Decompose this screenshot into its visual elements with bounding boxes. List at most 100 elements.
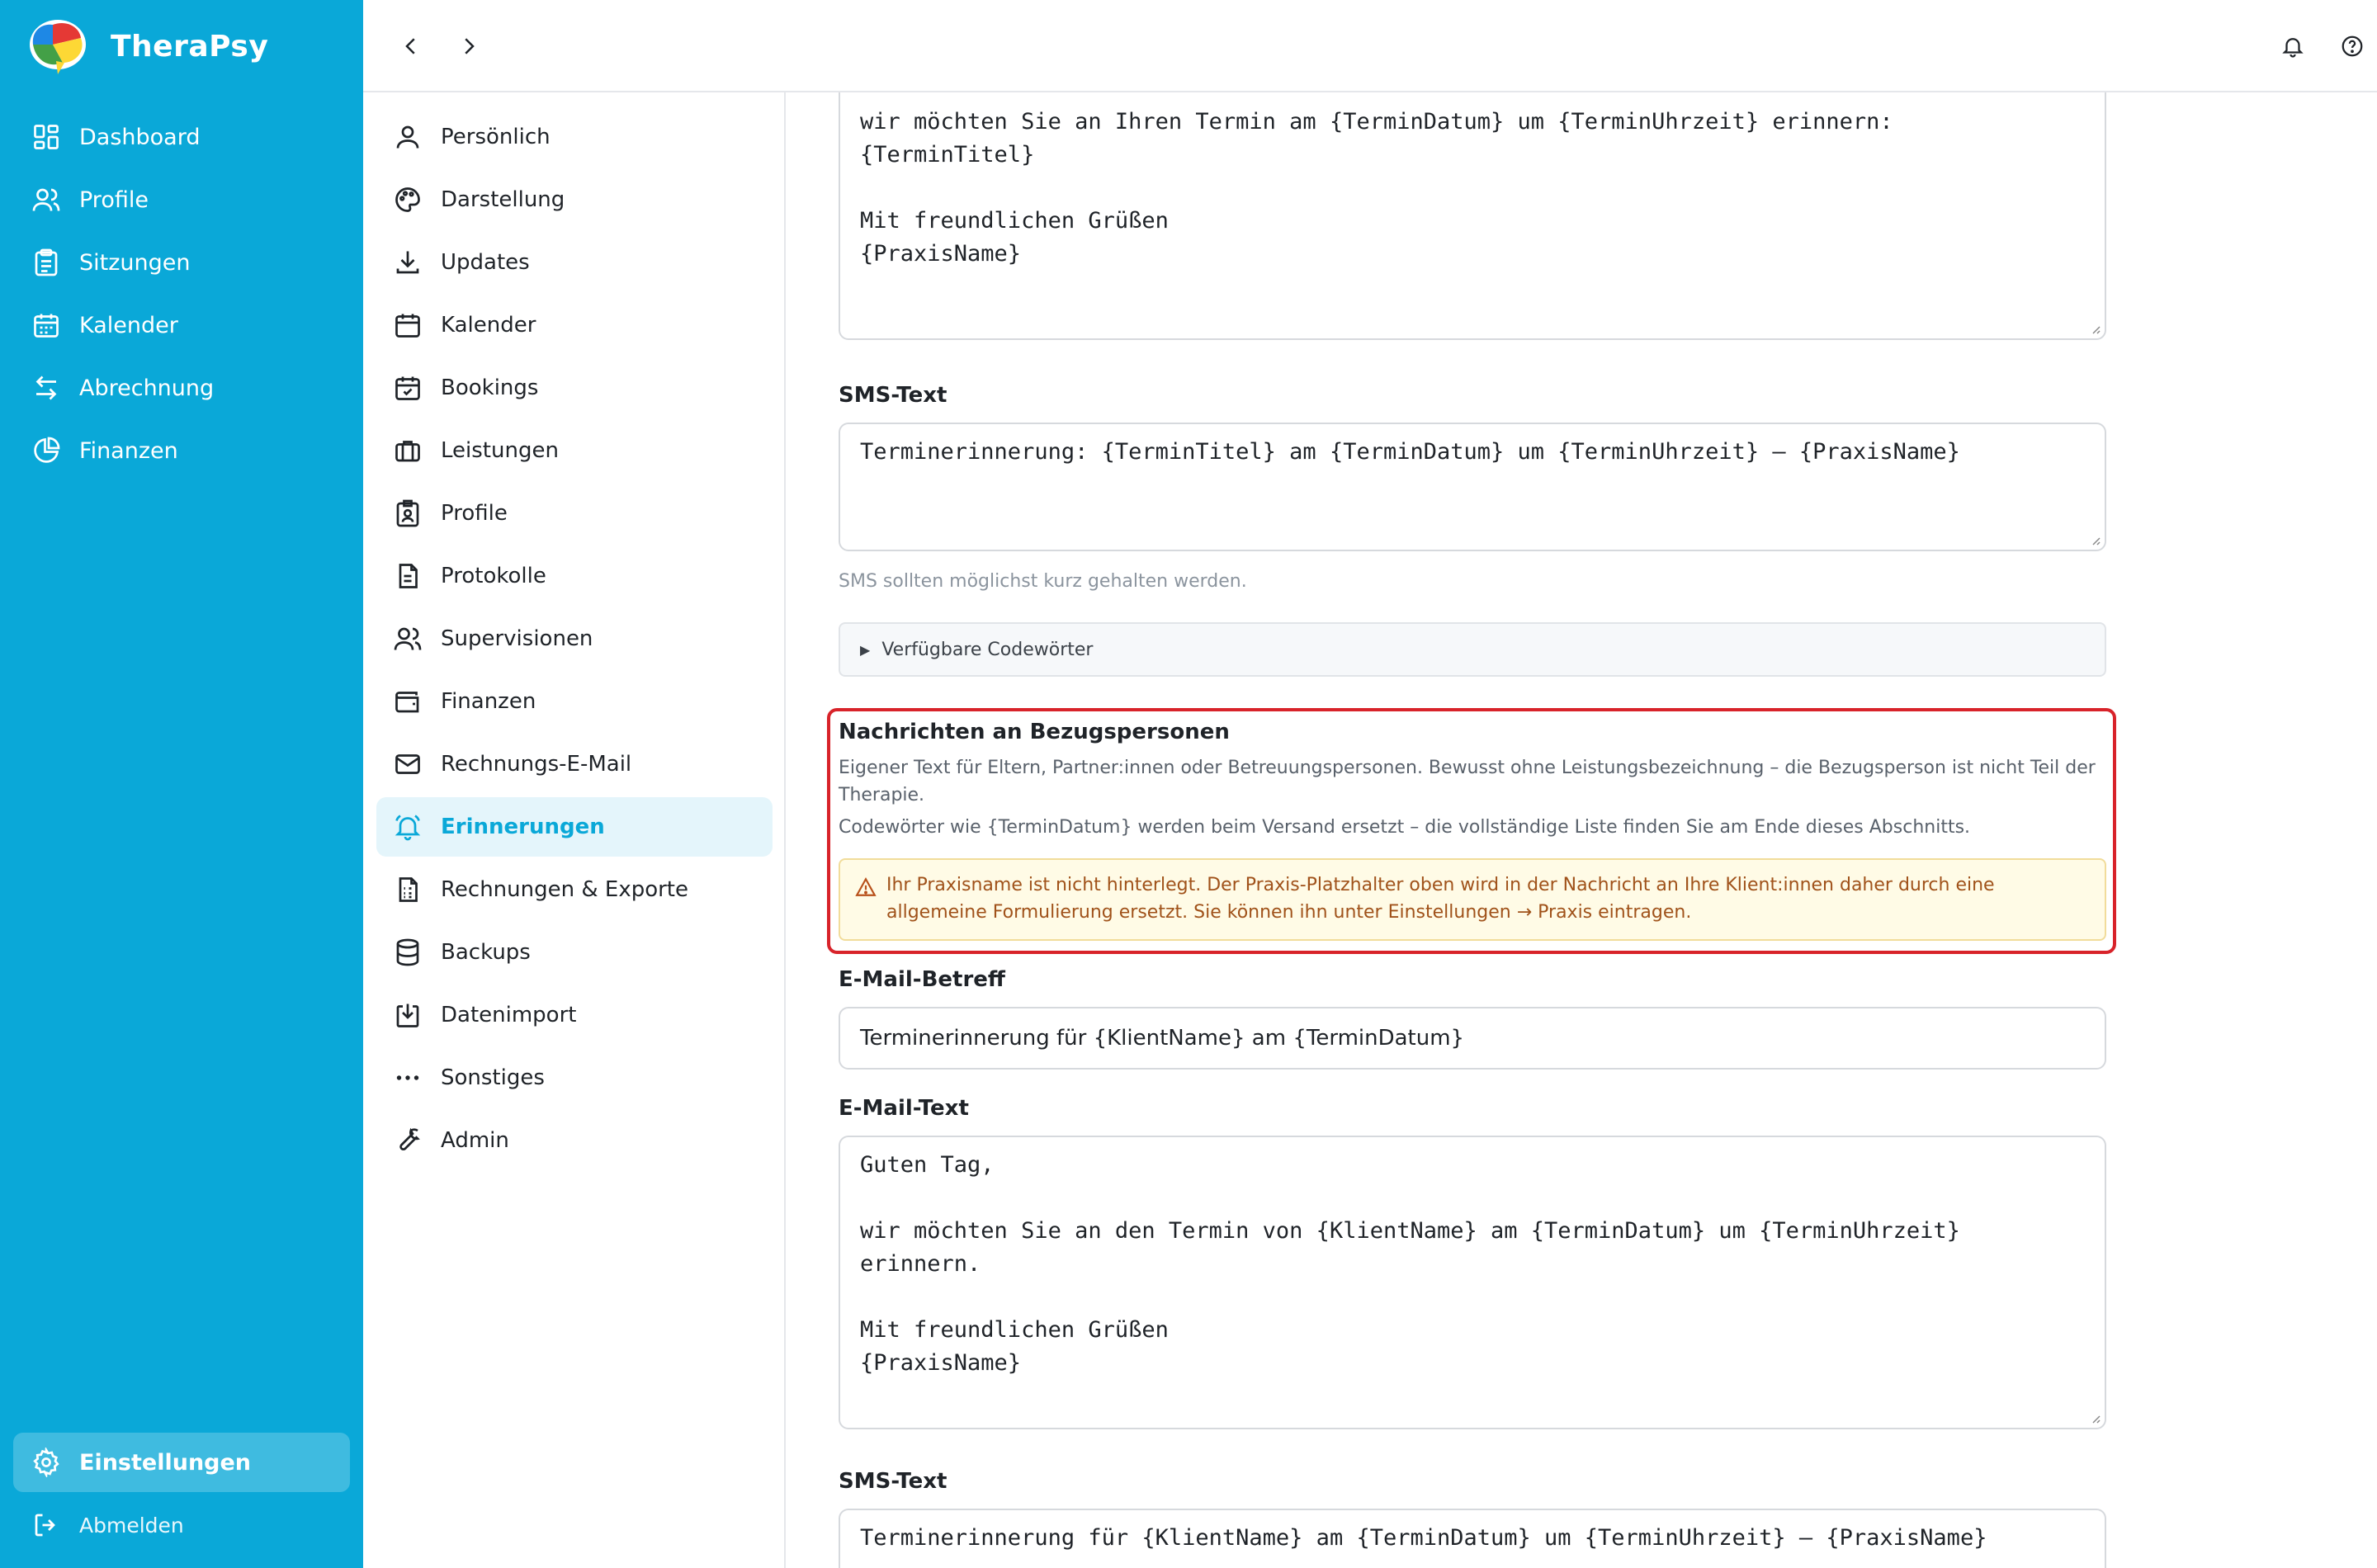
nav-label: Finanzen	[79, 437, 178, 464]
resize-handle-icon[interactable]	[2088, 1411, 2101, 1424]
section-description: Eigener Text für Eltern, Partner:innen o…	[839, 758, 2096, 805]
settings-item-label: Profile	[441, 501, 508, 526]
main-sidebar: TheraPsy Dashboard Profile Sitzungen Kal…	[0, 0, 363, 1568]
settings-item-kalender[interactable]: Kalender	[376, 295, 773, 355]
settings-item-admin[interactable]: Admin	[376, 1111, 773, 1170]
settings-item-finanzen[interactable]: Finanzen	[376, 672, 773, 731]
resize-handle-icon[interactable]	[2088, 322, 2101, 335]
settings-item-backups[interactable]: Backups	[376, 923, 773, 982]
bell-ring-icon	[395, 815, 421, 841]
app-name: TheraPsy	[111, 29, 269, 64]
dashboard-icon	[34, 125, 59, 149]
settings-item-rechnungen-exporte[interactable]: Rechnungen & Exporte	[376, 860, 773, 919]
settings-item-label: Leistungen	[441, 438, 559, 463]
main-nav: Dashboard Profile Sitzungen Kalender Abr…	[13, 107, 350, 484]
import-icon	[396, 1004, 419, 1027]
logout-icon	[35, 1514, 55, 1537]
sms-hint: SMS sollten möglichst kurz gehalten werd…	[839, 571, 1247, 592]
briefcase-icon	[395, 441, 420, 462]
nav-item-profile[interactable]: Profile	[13, 170, 350, 229]
chevron-left-icon	[405, 38, 415, 54]
ref-sms-text-value: Terminerinnerung für {KlientName} am {Te…	[860, 1525, 1987, 1551]
codewords-toggle[interactable]: ▶ Verfügbare Codewörter	[839, 622, 2106, 677]
ref-email-subject-input[interactable]: Terminerinnerung für {KlientName} am {Te…	[839, 1007, 2106, 1070]
settings-item-datenimport[interactable]: Datenimport	[376, 985, 773, 1045]
warning-triangle-icon	[855, 877, 877, 896]
arrows-icon	[35, 375, 57, 400]
settings-item-label: Admin	[441, 1128, 509, 1153]
settings-sidebar: Persönlich Darstellung Updates Kalender …	[363, 92, 786, 1568]
forward-button[interactable]	[451, 28, 487, 64]
settings-item-persoenlich[interactable]: Persönlich	[376, 107, 773, 167]
users-icon	[394, 627, 422, 650]
brand[interactable]: TheraPsy	[25, 15, 268, 78]
settings-item-leistungen[interactable]: Leistungen	[376, 421, 773, 480]
client-email-text-field[interactable]: wir möchten Sie an Ihren Termin am {Term…	[839, 92, 2106, 340]
settings-item-erinnerungen[interactable]: Erinnerungen	[376, 797, 773, 857]
settings-item-label: Persönlich	[441, 125, 551, 149]
wrench-icon	[399, 1127, 420, 1151]
ref-sms-label: SMS-Text	[839, 1469, 947, 1494]
download-icon	[396, 251, 419, 274]
settings-item-label: Rechnungs-E-Mail	[441, 752, 632, 777]
ref-sms-text-field[interactable]: Terminerinnerung für {KlientName} am {Te…	[839, 1509, 2106, 1568]
settings-content: wir möchten Sie an Ihren Termin am {Term…	[787, 92, 2377, 1568]
nav-label: Kalender	[79, 312, 178, 338]
triangle-right-icon: ▶	[860, 641, 871, 658]
settings-item-label: Kalender	[441, 313, 536, 338]
settings-item-supervisionen[interactable]: Supervisionen	[376, 609, 773, 668]
back-button[interactable]	[393, 28, 429, 64]
help-icon	[2342, 35, 2363, 57]
settings-item-label: Backups	[441, 940, 531, 965]
codewords-label: Verfügbare Codewörter	[881, 639, 1094, 660]
warning-banner: Ihr Praxisname ist nicht hinterlegt. Der…	[839, 858, 2106, 941]
help-button[interactable]	[2334, 28, 2370, 64]
settings-item-label: Updates	[441, 250, 530, 275]
ref-email-text-field[interactable]: Guten Tag, wir möchten Sie an den Termin…	[839, 1136, 2106, 1429]
ref-email-text-value: Guten Tag, wir möchten Sie an den Termin…	[860, 1152, 1960, 1376]
settings-item-label: Erinnerungen	[441, 815, 605, 839]
spreadsheet-icon	[399, 877, 418, 902]
nav-item-dashboard[interactable]: Dashboard	[13, 107, 350, 167]
settings-item-profile[interactable]: Profile	[376, 484, 773, 543]
ref-email-subject-label: E-Mail-Betreff	[839, 967, 1005, 992]
settings-item-bookings[interactable]: Bookings	[376, 358, 773, 418]
ref-email-text-label: E-Mail-Text	[839, 1096, 969, 1121]
section-title: Nachrichten an Bezugspersonen	[839, 720, 1230, 744]
settings-item-label: Protokolle	[441, 564, 546, 588]
database-icon	[396, 938, 419, 966]
settings-item-sonstiges[interactable]: Sonstiges	[376, 1048, 773, 1108]
users-icon	[32, 188, 60, 211]
nav-item-kalender[interactable]: Kalender	[13, 295, 350, 355]
nav-item-einstellungen[interactable]: Einstellungen	[13, 1433, 350, 1492]
settings-item-darstellung[interactable]: Darstellung	[376, 170, 773, 229]
clipboard-icon	[35, 248, 58, 276]
notifications-button[interactable]	[2275, 28, 2311, 64]
nav-label: Sitzungen	[79, 249, 191, 276]
settings-item-label: Finanzen	[441, 689, 536, 714]
settings-item-protokolle[interactable]: Protokolle	[376, 546, 773, 606]
user-icon	[396, 125, 419, 149]
nav-item-finanzen[interactable]: Finanzen	[13, 421, 350, 480]
nav-label: Abrechnung	[79, 375, 215, 401]
settings-item-updates[interactable]: Updates	[376, 233, 773, 292]
bell-icon	[2282, 38, 2304, 58]
sidebar-footer: Einstellungen Abmelden	[13, 1433, 350, 1558]
nav-item-sitzungen[interactable]: Sitzungen	[13, 233, 350, 292]
section-codeword-note: Codewörter wie {TerminDatum} werden beim…	[839, 817, 1971, 838]
chevron-right-icon	[465, 38, 475, 54]
calendar-icon	[395, 314, 420, 338]
gear-icon	[33, 1448, 59, 1477]
nav-item-abrechnung[interactable]: Abrechnung	[13, 358, 350, 418]
client-email-text-value: wir möchten Sie an Ihren Termin am {Term…	[860, 109, 1893, 267]
mail-icon	[395, 754, 420, 774]
calendar-icon	[34, 314, 59, 338]
resize-handle-icon[interactable]	[2088, 533, 2101, 546]
id-badge-icon	[396, 499, 419, 527]
settings-item-rechnungs-email[interactable]: Rechnungs-E-Mail	[376, 734, 773, 794]
logout-button[interactable]: Abmelden	[13, 1495, 350, 1555]
nav-label: Abmelden	[79, 1513, 184, 1537]
client-sms-text-field[interactable]: Terminerinnerung: {TerminTitel} am {Term…	[839, 423, 2106, 551]
settings-item-label: Datenimport	[441, 1003, 577, 1027]
settings-item-label: Bookings	[441, 375, 539, 400]
